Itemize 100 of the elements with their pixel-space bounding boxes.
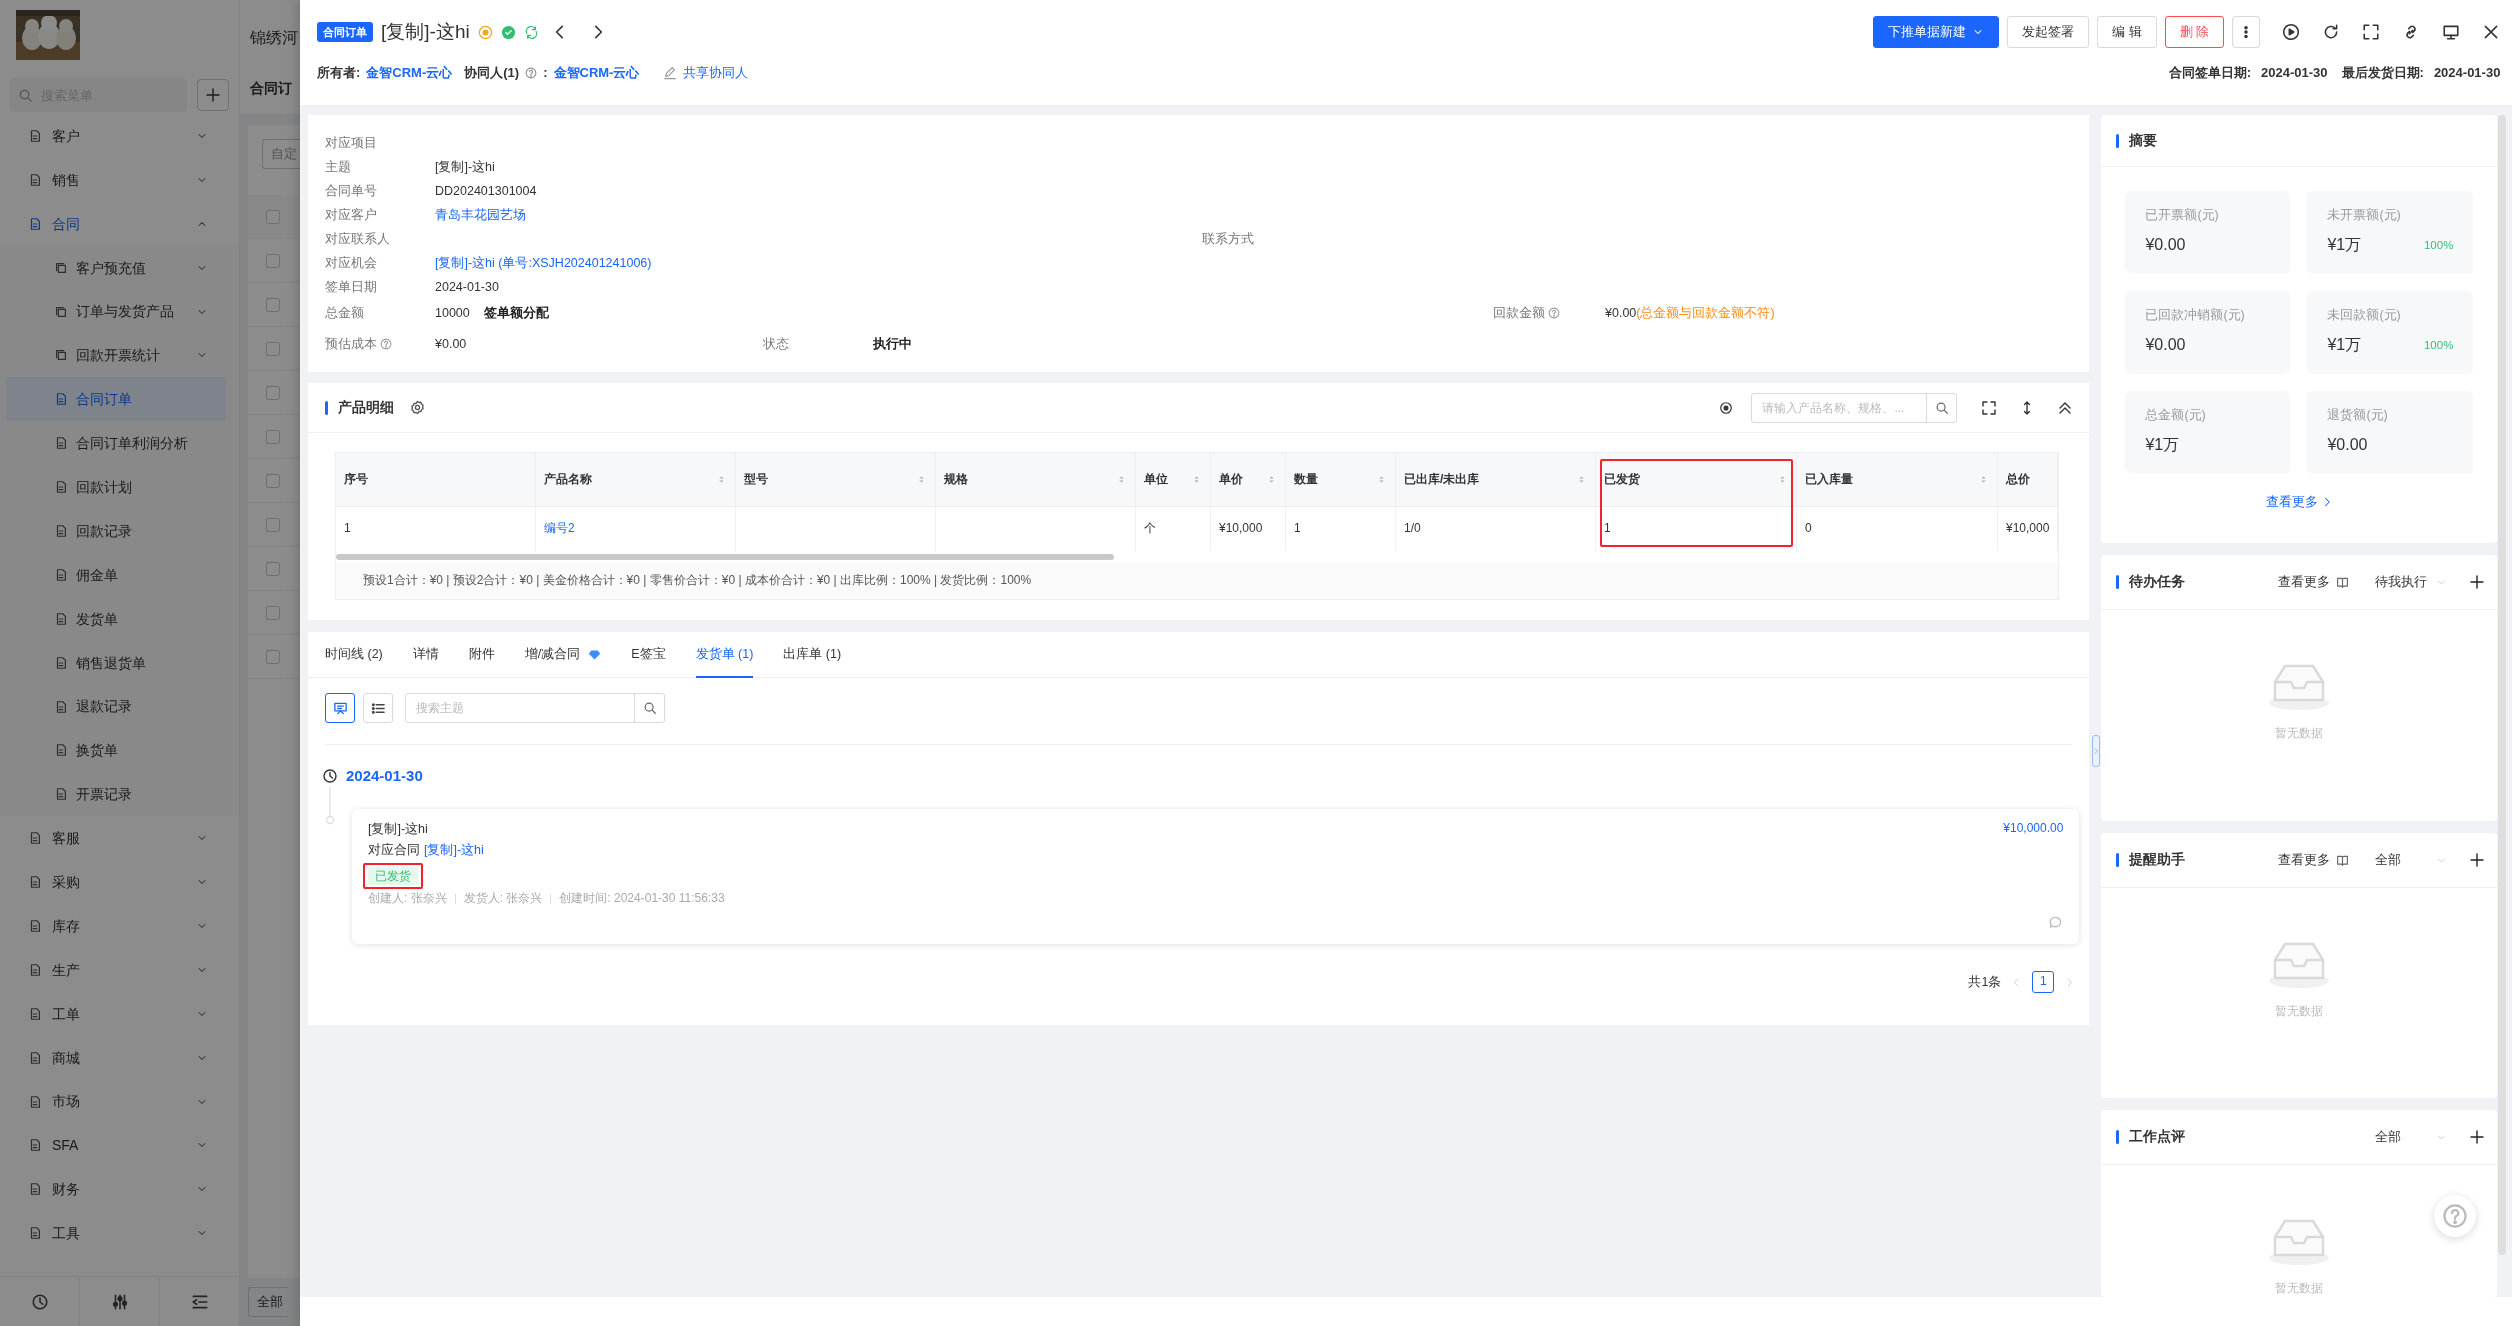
submenu-item[interactable]: 佣金单 xyxy=(6,552,226,597)
allocate-link[interactable]: 签单额分配 xyxy=(483,304,549,322)
checkbox[interactable] xyxy=(266,385,280,400)
menu-item[interactable]: 客户 xyxy=(6,114,226,158)
collapse-handle[interactable] xyxy=(2092,735,2101,767)
footer-button[interactable]: 全部 xyxy=(248,1287,288,1317)
column-header[interactable]: 型号 xyxy=(736,453,936,507)
column-header[interactable]: 已入库量 xyxy=(1797,453,1998,507)
submenu-item[interactable]: 回款计划 xyxy=(6,465,226,509)
column-header[interactable]: 产品名称 xyxy=(536,453,736,507)
menu-item[interactable]: 销售 xyxy=(6,157,226,202)
submenu-item[interactable]: 换货单 xyxy=(6,728,226,773)
plus-icon[interactable] xyxy=(2469,574,2486,590)
plus-icon[interactable] xyxy=(2469,852,2486,868)
monitor-icon[interactable] xyxy=(2442,23,2461,41)
tab[interactable]: 出库单 (1) xyxy=(783,632,842,678)
fullscreen-icon[interactable] xyxy=(1981,399,1998,416)
contract-link[interactable]: [复制]-这hi xyxy=(424,842,484,859)
view-more-link[interactable]: 查看更多 xyxy=(2265,494,2333,511)
submenu-item[interactable]: 退款记录 xyxy=(6,684,226,729)
submenu-item[interactable]: 合同订单利润分析 xyxy=(6,421,226,466)
column-header[interactable]: 规格 xyxy=(936,453,1136,507)
submenu-item[interactable]: 销售退货单 xyxy=(6,640,226,685)
checkbox[interactable] xyxy=(266,429,280,444)
menu-item[interactable]: 采购 xyxy=(6,860,226,905)
action-button[interactable]: 编 辑 xyxy=(2097,16,2157,48)
checkbox[interactable] xyxy=(266,209,280,224)
menu-item[interactable]: 库存 xyxy=(6,904,226,948)
field-link[interactable]: 青岛丰花园艺场 xyxy=(435,206,526,224)
column-header[interactable]: 单价 xyxy=(1211,453,1286,507)
push-down-button[interactable]: 下推单据新建 xyxy=(1873,16,2000,48)
document-icon xyxy=(54,699,68,714)
date-value: 2024-01-30 xyxy=(2433,64,2501,82)
submenu-item[interactable]: 回款记录 xyxy=(6,509,226,553)
settings-icon[interactable] xyxy=(410,400,425,415)
history-icon[interactable] xyxy=(30,1292,49,1311)
checkbox[interactable] xyxy=(266,253,280,268)
checkbox[interactable] xyxy=(266,561,280,576)
column-header[interactable]: 单位 xyxy=(1136,453,1211,507)
filter-dropdown[interactable]: 待我执行 xyxy=(2375,573,2448,591)
submenu-item[interactable]: 订单与发货产品 xyxy=(6,289,226,334)
plus-icon[interactable] xyxy=(2469,1129,2486,1145)
view-more-link[interactable]: 查看更多 xyxy=(2278,851,2350,869)
tab[interactable]: E签宝 xyxy=(631,632,666,678)
delete-button[interactable]: 删 除 xyxy=(2164,16,2225,48)
tab[interactable]: 附件 xyxy=(468,632,495,678)
column-header[interactable]: 数量 xyxy=(1286,453,1396,507)
submenu-item[interactable]: 回款开票统计 xyxy=(6,333,226,378)
tab[interactable]: 发货单 (1) xyxy=(695,632,754,678)
menu-item[interactable]: 工具 xyxy=(6,1211,226,1256)
submenu-item[interactable]: 客户预充值 xyxy=(6,245,226,290)
checkbox[interactable] xyxy=(266,473,280,488)
search-field[interactable]: 请输入产品名称、规格、... xyxy=(1751,392,1958,423)
fullscreen-icon[interactable] xyxy=(2362,23,2381,41)
search-input[interactable]: 搜索主题 xyxy=(406,694,634,722)
share-link[interactable]: 共享协同人 xyxy=(683,64,749,82)
product-link[interactable]: 编号2 xyxy=(536,507,736,551)
checkbox[interactable] xyxy=(266,297,280,312)
filter-dropdown[interactable]: 全部 xyxy=(2375,851,2448,869)
circle-dot-icon[interactable] xyxy=(477,24,493,40)
add-button[interactable] xyxy=(197,79,229,111)
submenu-item[interactable]: 发货单 xyxy=(6,596,226,641)
sliders-icon[interactable] xyxy=(110,1292,129,1311)
menu-item[interactable]: 合同 xyxy=(6,201,226,246)
checkbox[interactable] xyxy=(266,341,280,356)
search-input[interactable]: 请输入产品名称、规格、... xyxy=(1752,393,1927,422)
submenu-item[interactable]: 开票记录 xyxy=(6,772,226,817)
more-button[interactable] xyxy=(2232,16,2261,48)
view-toggle[interactable] xyxy=(325,693,355,723)
menu-item[interactable]: SFA xyxy=(6,1123,226,1168)
column-header[interactable]: 已发货 xyxy=(1596,453,1797,507)
action-button[interactable]: 发起签署 xyxy=(2007,16,2090,48)
edit-icon xyxy=(663,66,678,80)
menu-item[interactable]: 工单 xyxy=(6,991,226,1036)
check-circle-icon[interactable] xyxy=(500,24,516,40)
menu-item[interactable]: 市场 xyxy=(6,1079,226,1124)
menu-item[interactable]: 财务 xyxy=(6,1167,226,1212)
checkbox[interactable] xyxy=(266,517,280,532)
shipment-card[interactable]: [复制]-这hi ¥10,000.00 对应合同 [复制]-这hi 已发货 创建人: 张奈兴 发货人: 张奈兴 创建时间: 2024-01-30 11:56:33 xyxy=(352,809,2080,944)
view-more-link[interactable]: 查看更多 xyxy=(2278,573,2350,591)
tab[interactable]: 增/减合同 xyxy=(524,632,602,678)
play-icon[interactable] xyxy=(2282,23,2301,41)
filter-dropdown[interactable]: 全部 xyxy=(2375,1128,2448,1146)
page-button[interactable]: 1 xyxy=(2032,971,2055,993)
checkbox[interactable] xyxy=(266,649,280,664)
submenu-item[interactable]: 合同订单 xyxy=(6,377,226,422)
column-header[interactable]: 已出库/未出库 xyxy=(1396,453,1596,507)
menu-item[interactable]: 客服 xyxy=(6,816,226,861)
field-link[interactable]: [复制]-这hi (单号:XSJH202401241006) xyxy=(435,254,652,272)
owner-link[interactable]: 金智CRM-云心 xyxy=(366,64,453,82)
target-icon[interactable] xyxy=(1719,400,1734,415)
search-field[interactable]: 搜索主题 xyxy=(405,693,665,723)
menu-item[interactable]: 商城 xyxy=(6,1035,226,1080)
page-tab[interactable]: 合同订 xyxy=(240,62,300,115)
help-icon xyxy=(2442,1202,2469,1229)
tab[interactable]: 详情 xyxy=(412,632,439,678)
collaborator-link[interactable]: 金智CRM-云心 xyxy=(553,64,640,82)
checkbox[interactable] xyxy=(266,605,280,620)
tab[interactable]: 时间线 (2) xyxy=(325,632,383,678)
menu-item[interactable]: 生产 xyxy=(6,947,226,992)
